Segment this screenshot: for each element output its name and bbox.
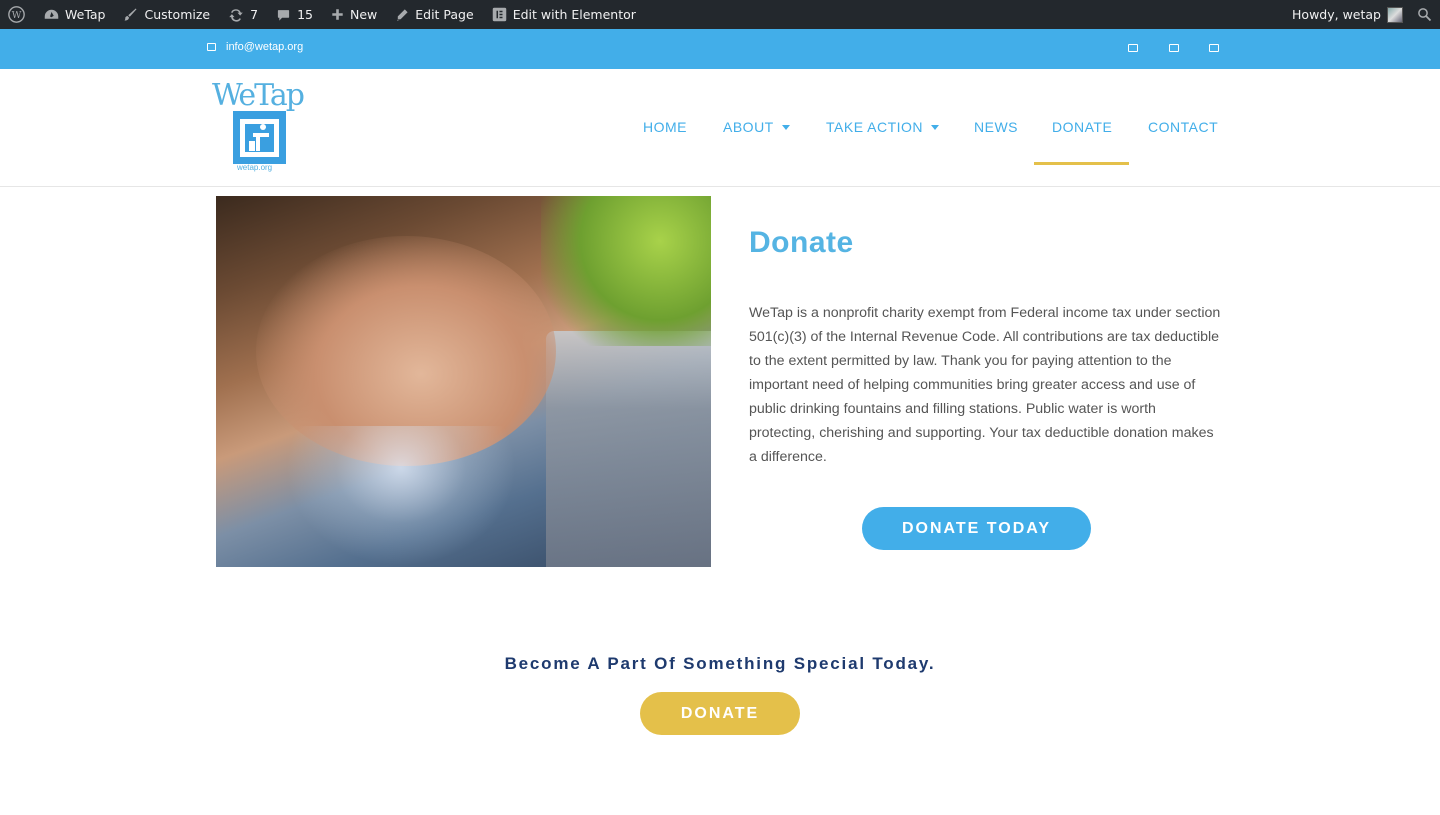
fountain-rim [546, 331, 711, 567]
admin-search-button[interactable] [1409, 0, 1440, 29]
plus-icon [332, 9, 343, 20]
donate-description: WeTap is a nonprofit charity exempt from… [749, 305, 1221, 465]
updates-link[interactable]: 7 [219, 0, 267, 29]
avatar [1387, 6, 1403, 23]
logo-url: wetap.org [237, 163, 273, 172]
caret-down-icon [781, 124, 790, 130]
search-icon [1418, 8, 1432, 22]
site-name-label: WeTap [65, 7, 106, 22]
comments-count: 15 [297, 7, 313, 22]
nav-active-indicator [1034, 162, 1129, 165]
nav-contact-label: CONTACT [1148, 119, 1219, 135]
page-title: Donate [749, 226, 854, 259]
nav-home[interactable]: HOME [643, 119, 687, 135]
donate-button[interactable]: DONATE [640, 692, 800, 735]
nav-take-action-label: TAKE ACTION [826, 119, 924, 135]
email-text: info@wetap.org [226, 41, 304, 53]
edit-elementor-label: Edit with Elementor [512, 7, 636, 22]
brush-icon [124, 8, 137, 21]
site-logo[interactable]: WeTap wetap.org [209, 78, 305, 175]
nav-news-label: NEWS [974, 119, 1018, 135]
customize-label: Customize [144, 7, 211, 22]
site-header: WeTap wetap.org HOME ABOUT TAKE ACTION N… [0, 69, 1440, 187]
photo-water [286, 426, 516, 566]
wordpress-logo-icon[interactable]: W [0, 0, 35, 29]
comments-link[interactable]: 15 [267, 0, 322, 29]
child-drinking-fountain-photo [216, 196, 711, 567]
nav-home-label: HOME [643, 119, 687, 135]
nav-contact[interactable]: CONTACT [1148, 119, 1218, 135]
new-content-link[interactable]: New [322, 0, 386, 29]
nav-take-action[interactable]: TAKE ACTION [826, 119, 940, 135]
admin-bar: W WeTap Customize 7 15 New Edit Page Edi… [0, 0, 1440, 29]
elementor-icon [492, 7, 506, 22]
svg-text:W: W [12, 10, 22, 21]
cta-heading: Become A Part Of Something Special Today… [504, 654, 936, 673]
social-icon-3[interactable] [1209, 44, 1219, 52]
nav-about[interactable]: ABOUT [723, 119, 790, 135]
top-info-bar: info@wetap.org [0, 29, 1440, 69]
refresh-icon [229, 9, 243, 22]
customize-link[interactable]: Customize [114, 0, 219, 29]
site-name-link[interactable]: WeTap [35, 0, 114, 29]
logo-wordmark: WeTap [212, 78, 305, 113]
email-icon [207, 43, 216, 51]
pencil-icon [397, 8, 408, 21]
email-link[interactable]: info@wetap.org [207, 41, 303, 53]
nav-donate-label: DONATE [1052, 119, 1113, 135]
nav-about-label: ABOUT [723, 119, 774, 135]
comment-icon [277, 9, 290, 21]
nav-news[interactable]: NEWS [974, 119, 1018, 135]
dashboard-icon [44, 9, 59, 19]
my-account-link[interactable]: Howdy, wetap [1283, 0, 1409, 29]
edit-page-link[interactable]: Edit Page [386, 0, 482, 29]
caret-down-icon [931, 124, 940, 130]
donate-today-button[interactable]: DONATE TODAY [862, 507, 1091, 550]
fountain-logo-icon [233, 111, 286, 164]
photo-grass [541, 196, 711, 346]
updates-count: 7 [250, 7, 259, 22]
nav-donate[interactable]: DONATE [1052, 119, 1112, 135]
edit-page-label: Edit Page [415, 7, 474, 22]
social-icon-2[interactable] [1169, 44, 1179, 52]
edit-elementor-link[interactable]: Edit with Elementor [483, 0, 645, 29]
social-icon-1[interactable] [1128, 44, 1138, 52]
new-label: New [349, 7, 378, 22]
howdy-label: Howdy, wetap [1292, 7, 1381, 22]
